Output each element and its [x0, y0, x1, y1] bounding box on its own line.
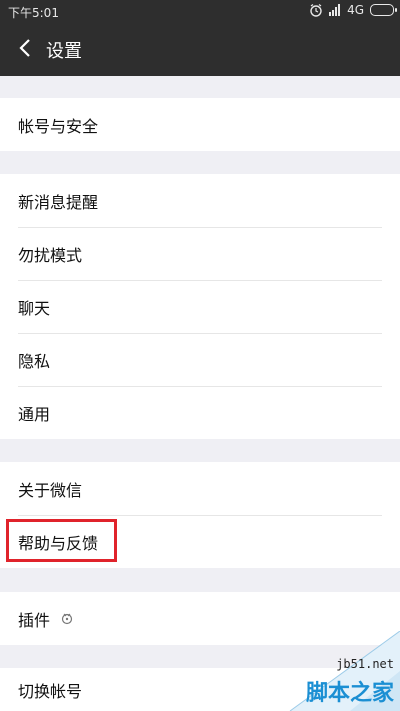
settings-item-label: 新消息提醒 — [18, 192, 99, 212]
settings-item-privacy[interactable]: 隐私 — [0, 333, 400, 386]
settings-item-do-not-disturb[interactable]: 勿扰模式 — [0, 227, 400, 280]
network-type: 4G — [347, 3, 364, 17]
settings-item-label: 隐私 — [18, 351, 51, 371]
battery-icon — [370, 4, 397, 16]
settings-item-general[interactable]: 通用 — [0, 386, 400, 439]
watermark-site: jb51.net — [336, 657, 394, 671]
back-arrow-icon[interactable] — [14, 36, 38, 60]
plugin-icon — [61, 613, 73, 624]
signal-icon — [329, 4, 341, 16]
settings-item-notifications[interactable]: 新消息提醒 — [0, 174, 400, 227]
settings-item-label: 聊天 — [18, 298, 51, 318]
highlight-box — [6, 519, 117, 562]
status-icons: 4G — [309, 3, 397, 17]
title-bar: 设置 — [0, 24, 400, 76]
page-title: 设置 — [46, 41, 82, 62]
settings-item-account-security[interactable]: 帐号与安全 — [0, 98, 400, 151]
settings-item-chat[interactable]: 聊天 — [0, 280, 400, 333]
status-bar: 下午5:01 4G — [0, 0, 400, 24]
watermark: jb51.net 脚本之家 — [250, 631, 400, 711]
settings-item-label: 切换帐号 — [18, 681, 83, 701]
settings-item-label: 关于微信 — [18, 480, 83, 500]
settings-item-about[interactable]: 关于微信 — [0, 462, 400, 515]
alarm-icon — [310, 4, 322, 17]
settings-group-general: 新消息提醒 勿扰模式 聊天 隐私 通用 — [0, 174, 400, 439]
settings-item-label: 勿扰模式 — [18, 245, 83, 265]
watermark-text: 脚本之家 — [305, 680, 394, 706]
status-time: 下午5:01 — [8, 6, 59, 20]
settings-group-account: 帐号与安全 — [0, 98, 400, 151]
settings-item-label: 帐号与安全 — [18, 116, 99, 136]
settings-item-label: 插件 — [18, 610, 51, 630]
settings-item-label: 通用 — [18, 404, 51, 424]
